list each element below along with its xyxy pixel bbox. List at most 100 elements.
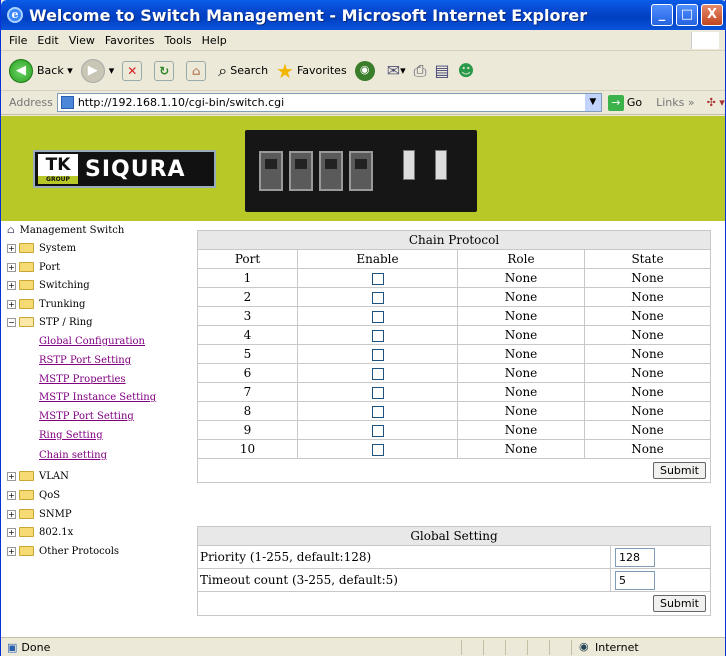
state-cell: None (584, 420, 711, 440)
enable-checkbox[interactable] (371, 424, 384, 437)
tree-item-system[interactable]: + System (7, 239, 76, 257)
stop-icon: ✕ (122, 60, 143, 81)
minimize-button[interactable]: _ (651, 4, 673, 26)
global-submit-button[interactable]: Submit (652, 595, 706, 612)
link-mstp-port-setting[interactable]: MSTP Port Setting (39, 408, 134, 426)
state-cell: None (584, 363, 711, 383)
enable-checkbox[interactable] (371, 367, 384, 380)
zone-text: Internet (595, 641, 639, 654)
edit-button[interactable]: ▤ (434, 61, 449, 80)
maximize-button[interactable]: □ (676, 4, 698, 26)
refresh-button[interactable]: ↻ (154, 60, 178, 81)
folder-icon (19, 243, 34, 253)
menu-edit[interactable]: Edit (37, 34, 58, 47)
expand-icon[interactable]: + (7, 509, 16, 519)
link-mstp-instance-setting[interactable]: MSTP Instance Setting (39, 389, 156, 407)
chain-submit-button[interactable]: Submit (652, 462, 706, 479)
internet-zone-icon: ◉ (579, 640, 589, 653)
main-content: Chain Protocol Port Enable Role State 1 N… (187, 221, 725, 637)
table-row: 6 None None (197, 363, 711, 383)
link-ring-setting[interactable]: Ring Setting (39, 427, 103, 445)
tree-item-vlan[interactable]: + VLAN (7, 467, 69, 485)
tree-root[interactable]: ⌂ Management Switch (7, 221, 124, 239)
tree-item-switching[interactable]: + Switching (7, 276, 90, 294)
favorites-star-icon: ★ (276, 58, 294, 83)
port-cell: 6 (197, 363, 298, 383)
tree-item-snmp[interactable]: + SNMP (7, 505, 72, 523)
table-row: 2 None None (197, 287, 711, 307)
expand-icon[interactable]: + (7, 299, 16, 309)
expand-icon[interactable]: + (7, 527, 16, 537)
expand-icon[interactable]: + (7, 262, 16, 272)
state-cell: None (584, 382, 711, 402)
tree-item-port[interactable]: + Port (7, 258, 60, 276)
address-dropdown-icon[interactable]: ▼ (584, 94, 601, 111)
port-cell: 7 (197, 382, 298, 402)
link-rstp-port-setting[interactable]: RSTP Port Setting (39, 352, 131, 370)
enable-checkbox[interactable] (371, 291, 384, 304)
tree-item-other-protocols[interactable]: + Other Protocols (7, 542, 119, 560)
print-button[interactable]: ⎙ (414, 61, 427, 81)
link-chain-setting[interactable]: Chain setting (39, 447, 107, 465)
table-row: 9 None None (197, 420, 711, 440)
address-url: http://192.168.1.10/cgi-bin/switch.cgi (77, 96, 285, 109)
tree-item-trunking[interactable]: + Trunking (7, 295, 85, 313)
address-input[interactable]: http://192.168.1.10/cgi-bin/switch.cgi ▼ (56, 93, 602, 112)
enable-checkbox[interactable] (371, 405, 384, 418)
enable-checkbox[interactable] (371, 348, 384, 361)
link-global-configuration[interactable]: Global Configuration (39, 333, 145, 351)
state-cell: None (584, 344, 711, 364)
tree-item-8021x[interactable]: +802.1x (7, 523, 73, 541)
folder-icon (19, 546, 34, 556)
browser-window: e Welcome to Switch Management - Microso… (0, 0, 726, 656)
link-mstp-properties[interactable]: MSTP Properties (39, 371, 126, 389)
timeout-input[interactable]: 5 (615, 570, 655, 590)
enable-checkbox[interactable] (371, 386, 384, 399)
messenger-button[interactable]: ☻ (458, 61, 475, 80)
status-bar: ▣ Done ◉ Internet (1, 637, 725, 656)
back-arrow-icon: ◀ (9, 58, 33, 83)
home-button[interactable]: ⌂ (186, 60, 210, 81)
folder-icon (19, 509, 34, 519)
mail-button[interactable]: ✉ ▾ (387, 61, 406, 80)
expand-icon[interactable]: + (7, 546, 16, 556)
menu-file[interactable]: File (9, 34, 27, 47)
forward-arrow-icon: ▶ (80, 58, 105, 83)
print-icon: ⎙ (413, 60, 427, 80)
menu-tools[interactable]: Tools (165, 34, 192, 47)
enable-checkbox[interactable] (371, 329, 384, 342)
tree-item-stp-ring[interactable]: − STP / Ring (7, 313, 93, 331)
global-setting-table: Global Setting Priority (1-255, default:… (197, 526, 711, 616)
extension-icon[interactable]: ✣ ▾ (707, 96, 725, 109)
links-button[interactable]: Links » (656, 96, 695, 109)
collapse-icon[interactable]: − (7, 317, 16, 327)
expand-icon[interactable]: + (7, 280, 16, 290)
search-button[interactable]: ⌕ Search (218, 61, 268, 81)
tree-item-qos[interactable]: + QoS (7, 486, 60, 504)
address-label: Address (9, 96, 53, 109)
window-title: Welcome to Switch Management - Microsoft… (29, 5, 588, 25)
col-enable: Enable (297, 249, 458, 269)
menu-help[interactable]: Help (202, 34, 227, 47)
folder-icon (19, 299, 34, 309)
forward-button[interactable]: ▶ ▾ (80, 58, 114, 83)
enable-checkbox[interactable] (371, 272, 384, 285)
menu-favorites[interactable]: Favorites (105, 34, 155, 47)
port-cell: 8 (197, 401, 298, 421)
favorites-button[interactable]: ★ Favorites (276, 59, 347, 83)
role-cell: None (457, 287, 585, 307)
go-button[interactable]: → Go (607, 94, 642, 111)
enable-checkbox[interactable] (371, 310, 384, 323)
media-button[interactable]: ◉ (354, 60, 379, 81)
state-cell: None (584, 401, 711, 421)
close-button[interactable]: X (701, 4, 723, 26)
state-cell: None (584, 268, 711, 288)
priority-input[interactable]: 128 (615, 547, 655, 567)
expand-icon[interactable]: + (7, 471, 16, 481)
expand-icon[interactable]: + (7, 490, 16, 500)
enable-checkbox[interactable] (371, 443, 384, 456)
expand-icon[interactable]: + (7, 243, 16, 253)
menu-view[interactable]: View (69, 34, 95, 47)
stop-button[interactable]: ✕ (122, 60, 146, 81)
back-button[interactable]: ◀ Back ▾ (9, 58, 73, 83)
